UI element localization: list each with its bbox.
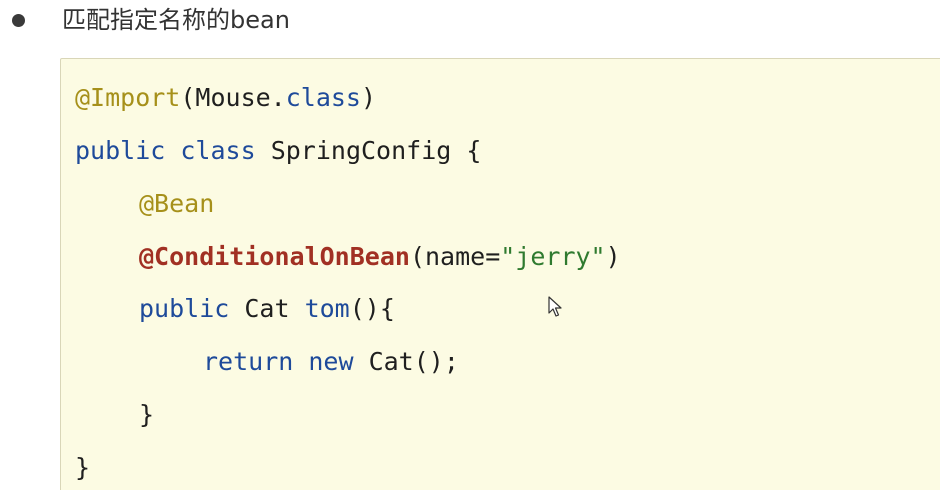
code-line-method-close: } (75, 398, 154, 432)
return-type: Cat (229, 294, 305, 323)
bullet-dot-icon (12, 14, 25, 27)
code-line-import: @Import(Mouse.class) (75, 81, 376, 115)
bullet-item: 匹配指定名称的bean (0, 0, 940, 48)
public-keyword: public (75, 136, 166, 165)
bean-annotation: @Bean (139, 189, 215, 218)
code-line-bean-annotation: @Bean (75, 187, 214, 221)
constructor-call: Cat(); (353, 347, 459, 376)
method-closing-brace: } (139, 400, 155, 429)
import-args-open: (Mouse. (180, 83, 286, 112)
import-args-close: ) (360, 83, 377, 112)
bullet-heading: 匹配指定名称的bean (62, 6, 290, 34)
code-line-method-declaration: public Cat tom(){ (75, 292, 395, 326)
new-keyword: new (308, 347, 354, 376)
code-line-class-close: } (75, 451, 90, 485)
conditional-args-open: (name= (409, 242, 501, 271)
class-name: SpringConfig { (255, 136, 482, 165)
code-line-class-declaration: public class SpringConfig { (75, 134, 481, 168)
conditional-args-close: ) (605, 242, 621, 271)
code-line-return-statement: return new Cat(); (75, 345, 459, 379)
return-keyword: return (203, 347, 294, 376)
class-keyword: class (180, 136, 256, 165)
class-keyword: class (285, 83, 361, 112)
slide-page: 匹配指定名称的bean @Import(Mouse.class) public … (0, 0, 940, 490)
mouse-pointer-icon (548, 296, 562, 317)
class-closing-brace: } (75, 453, 91, 482)
code-line-conditional-annotation: @ConditionalOnBean(name="jerry") (75, 240, 621, 274)
import-annotation: @Import (75, 83, 181, 112)
conditional-annotation: @ConditionalOnBean (139, 242, 410, 271)
code-block: @Import(Mouse.class) public class Spring… (60, 58, 940, 490)
method-signature: (){ (349, 294, 395, 323)
method-name: tom (304, 294, 350, 323)
bean-name-string: "jerry" (500, 242, 606, 271)
public-keyword: public (139, 294, 230, 323)
